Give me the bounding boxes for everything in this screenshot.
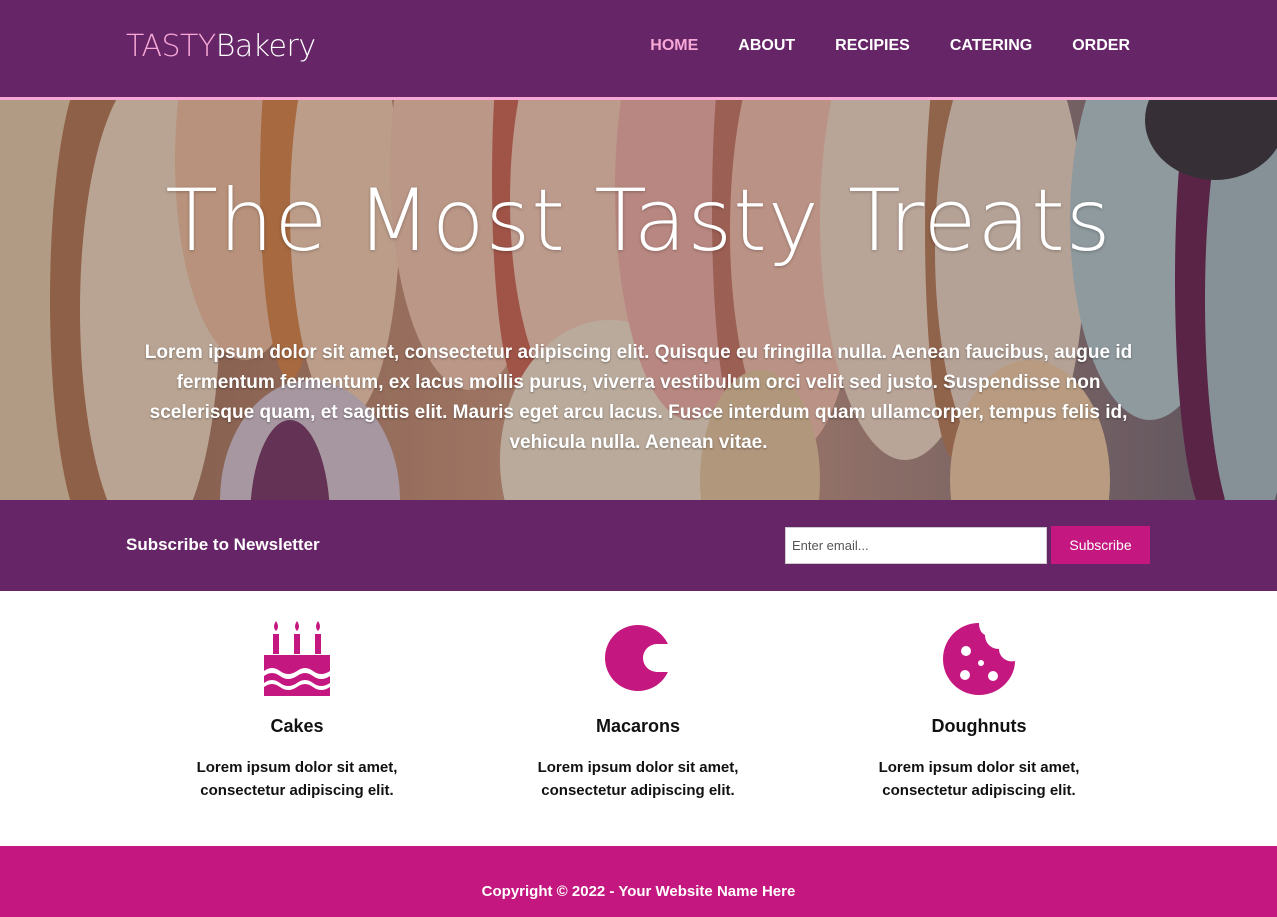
- email-input[interactable]: [785, 527, 1047, 564]
- features-section: Cakes Lorem ipsum dolor sit amet, consec…: [0, 591, 1277, 846]
- site-header: TASTYBakery HOME ABOUT RECIPIES CATERING…: [0, 0, 1277, 97]
- nav-order[interactable]: ORDER: [1072, 36, 1130, 56]
- subscribe-button[interactable]: Subscribe: [1051, 526, 1150, 564]
- feature-title-macarons: Macarons: [595, 716, 681, 736]
- nav-about[interactable]: ABOUT: [738, 36, 795, 56]
- feature-text-macarons: Lorem ipsum dolor sit amet, consectetur …: [537, 759, 739, 799]
- birthday-cake-icon: [147, 621, 447, 696]
- logo-text-bakery: Bakery: [215, 29, 316, 64]
- copyright-text: Copyright © 2022 - Your Website Name Her…: [481, 883, 796, 900]
- main-nav: HOME ABOUT RECIPIES CATERING ORDER: [610, 36, 1130, 56]
- hero-description: Lorem ipsum dolor sit amet, consectetur …: [144, 342, 1133, 453]
- feature-text-doughnuts: Lorem ipsum dolor sit amet, consectetur …: [878, 759, 1080, 799]
- feature-title-cakes: Cakes: [270, 716, 324, 736]
- site-footer: Copyright © 2022 - Your Website Name Her…: [0, 846, 1277, 917]
- nav-catering[interactable]: CATERING: [950, 36, 1032, 56]
- nav-home[interactable]: HOME: [650, 36, 698, 56]
- hero-banner: The Most Tasty Treats Lorem ipsum dolor …: [0, 100, 1277, 500]
- site-logo[interactable]: TASTYBakery: [126, 28, 316, 66]
- macaron-icon: [488, 621, 788, 696]
- logo-text-tasty: TASTY: [126, 29, 216, 64]
- feature-title-doughnuts: Doughnuts: [931, 716, 1027, 736]
- hero-title: The Most Tasty Treats: [165, 171, 1112, 271]
- feature-text-cakes: Lorem ipsum dolor sit amet, consectetur …: [196, 759, 398, 799]
- cookie-bite-icon: [829, 621, 1129, 696]
- newsletter-bar: Subscribe to Newsletter Subscribe: [0, 500, 1277, 591]
- nav-recipies[interactable]: RECIPIES: [835, 36, 910, 56]
- newsletter-title: Subscribe to Newsletter: [126, 535, 320, 554]
